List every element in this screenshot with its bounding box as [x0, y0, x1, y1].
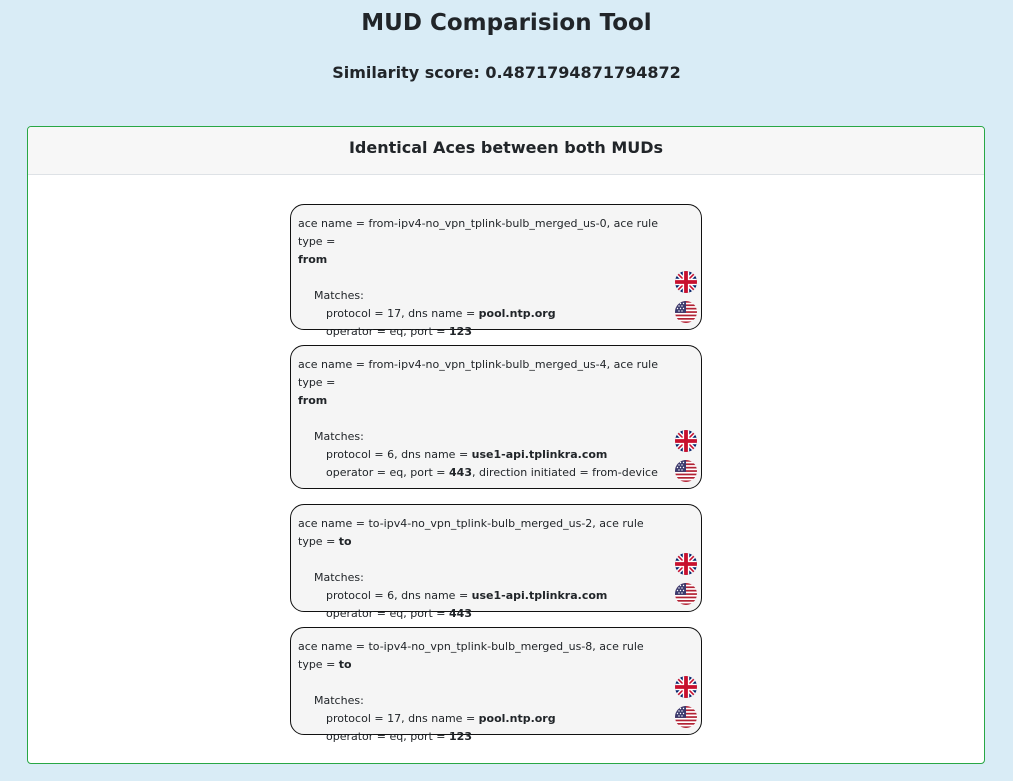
- port-row: operator = eq, port = 443, direction ini…: [298, 464, 661, 482]
- uk-flag-icon[interactable]: [675, 553, 697, 575]
- us-flag-icon[interactable]: [675, 301, 697, 323]
- uk-flag-icon[interactable]: [675, 676, 697, 698]
- ace-card: ace name = to-ipv4-no_vpn_tplink-bulb_me…: [290, 504, 702, 620]
- dns-name: use1-api.tplinkra.com: [471, 589, 608, 602]
- operator-text: operator = eq, port =: [326, 607, 450, 620]
- us-flag-icon[interactable]: [675, 583, 697, 605]
- us-flag-icon[interactable]: [675, 460, 697, 482]
- matches-label: Matches:: [314, 571, 364, 584]
- direction-text: , direction initiated = from-device: [472, 466, 658, 479]
- protocol-text: protocol = 6, dns name =: [326, 448, 472, 461]
- protocol-text: protocol = 17, dns name =: [326, 307, 479, 320]
- matches-label: Matches:: [314, 694, 364, 707]
- port-value: 123: [449, 730, 472, 743]
- dns-name: use1-api.tplinkra.com: [471, 448, 608, 461]
- ace-name: ace name = from-ipv4-no_vpn_tplink-bulb_…: [298, 358, 658, 389]
- uk-flag-icon[interactable]: [675, 271, 697, 293]
- ace-rule-type: to: [338, 658, 352, 671]
- operator-text: operator = eq, port =: [326, 730, 450, 743]
- panel-header: Identical Aces between both MUDs: [28, 127, 984, 175]
- protocol-row: protocol = 17, dns name = pool.ntp.org: [298, 305, 661, 323]
- port-row: operator = eq, port = 443: [298, 605, 661, 623]
- matches-label: Matches:: [314, 289, 364, 302]
- ace-name-line: ace name = from-ipv4-no_vpn_tplink-bulb_…: [298, 356, 661, 410]
- ace-name-line: ace name = to-ipv4-no_vpn_tplink-bulb_me…: [298, 638, 661, 674]
- ace-card: ace name = from-ipv4-no_vpn_tplink-bulb_…: [290, 204, 702, 338]
- similarity-score: Similarity score: 0.4871794871794872: [332, 63, 681, 82]
- protocol-text: protocol = 6, dns name =: [326, 589, 472, 602]
- page-title: MUD Comparision Tool: [361, 10, 652, 36]
- protocol-text: protocol = 17, dns name =: [326, 712, 479, 725]
- dns-name: pool.ntp.org: [478, 307, 556, 320]
- ace-rule-type: from: [298, 253, 328, 266]
- ace-name-line: ace name = from-ipv4-no_vpn_tplink-bulb_…: [298, 215, 661, 269]
- port-row: operator = eq, port = 123: [298, 728, 661, 746]
- ace-rule-type: to: [338, 535, 352, 548]
- ace-name-line: ace name = to-ipv4-no_vpn_tplink-bulb_me…: [298, 515, 661, 551]
- ace-card: ace name = from-ipv4-no_vpn_tplink-bulb_…: [290, 345, 702, 489]
- ace-name: ace name = from-ipv4-no_vpn_tplink-bulb_…: [298, 217, 658, 248]
- protocol-row: protocol = 6, dns name = use1-api.tplink…: [298, 587, 661, 605]
- ace-rule-type: from: [298, 394, 328, 407]
- protocol-row: protocol = 17, dns name = pool.ntp.org: [298, 710, 661, 728]
- operator-text: operator = eq, port =: [326, 325, 450, 338]
- uk-flag-icon[interactable]: [675, 430, 697, 452]
- protocol-row: protocol = 6, dns name = use1-api.tplink…: [298, 446, 661, 464]
- us-flag-icon[interactable]: [675, 706, 697, 728]
- port-value: 443: [449, 607, 472, 620]
- port-row: operator = eq, port = 123: [298, 323, 661, 341]
- port-value: 123: [449, 325, 472, 338]
- port-value: 443: [449, 466, 472, 479]
- matches-label: Matches:: [314, 430, 364, 443]
- dns-name: pool.ntp.org: [478, 712, 556, 725]
- identical-aces-panel: Identical Aces between both MUDs ace nam…: [27, 126, 985, 764]
- operator-text: operator = eq, port =: [326, 466, 450, 479]
- ace-card: ace name = to-ipv4-no_vpn_tplink-bulb_me…: [290, 627, 702, 743]
